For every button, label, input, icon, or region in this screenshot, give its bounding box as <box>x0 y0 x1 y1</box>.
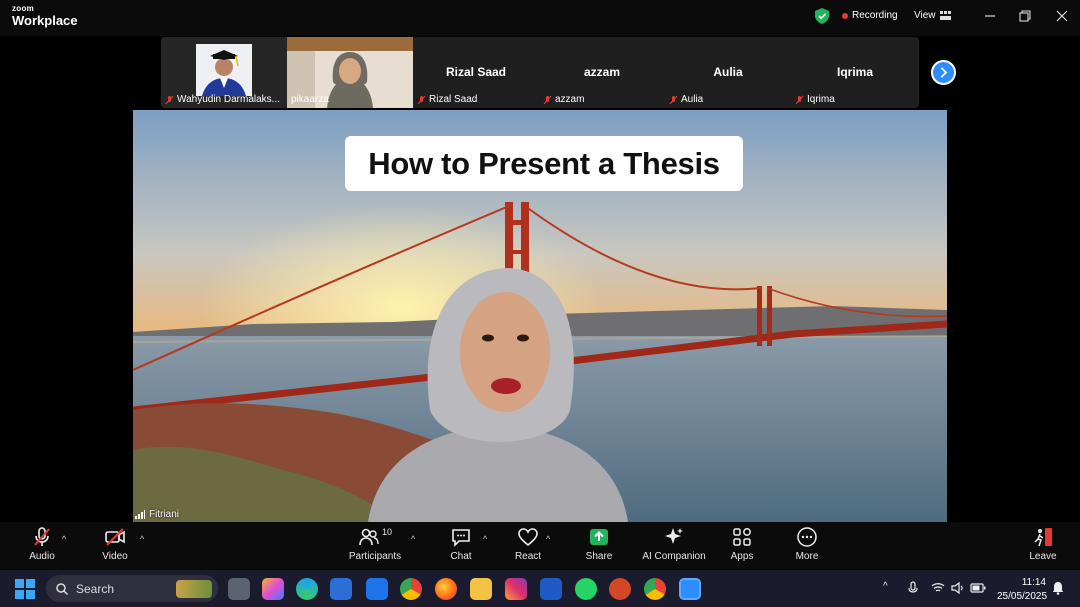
task-view-icon[interactable] <box>228 578 250 600</box>
muted-mic-icon <box>165 95 174 104</box>
microphone-icon[interactable] <box>908 581 918 595</box>
react-heart-icon <box>518 528 538 547</box>
file-explorer-icon[interactable] <box>470 578 492 600</box>
windows-start-icon[interactable] <box>15 579 35 599</box>
zoom-taskbar-icon[interactable] <box>679 578 701 600</box>
participant-tile[interactable]: Iqrima Iqrima <box>791 37 919 108</box>
participant-name: Rizal Saad <box>417 94 477 105</box>
participant-tile[interactable]: Rizal Saad Rizal Saad <box>413 37 539 108</box>
leave-button[interactable]: Leave <box>1028 526 1058 570</box>
more-dots-icon <box>797 527 817 547</box>
participant-name: Iqrima <box>795 94 835 105</box>
next-page-button[interactable] <box>931 60 956 85</box>
muted-mic-icon <box>543 95 552 104</box>
speaker-volume-icon[interactable] <box>951 582 965 594</box>
participant-display-name: azzam <box>583 65 621 79</box>
participant-tile[interactable]: Wahyudin Darmalaks... <box>161 37 287 108</box>
leave-door-icon <box>1034 528 1052 547</box>
view-button[interactable]: View <box>914 10 951 21</box>
system-clock[interactable]: 11:14 25/05/2025 <box>997 576 1048 604</box>
slide-title: How to Present a Thesis <box>345 136 743 191</box>
participant-tile[interactable]: Aulia Aulia <box>665 37 791 108</box>
signal-bars-icon <box>135 510 145 519</box>
participant-tile[interactable]: azzam azzam <box>539 37 665 108</box>
participant-strip: Wahyudin Darmalaks... pikaarza Rizal Saa… <box>161 37 919 108</box>
speaker-name-label: Fitriani <box>135 509 179 520</box>
muted-mic-icon <box>34 527 50 546</box>
participants-count: 10 <box>381 527 392 537</box>
brand-top: zoom <box>12 4 35 13</box>
edge-browser-icon[interactable] <box>296 578 318 600</box>
search-placeholder: Search <box>76 581 115 596</box>
windows-taskbar: Search ^ 11:14 25/05/2025 <box>0 570 1080 607</box>
video-off-icon <box>105 528 125 546</box>
participant-name: pikaarza <box>291 94 329 105</box>
react-button[interactable]: React <box>514 526 542 570</box>
recording-indicator[interactable]: Recording <box>842 10 898 21</box>
apps-icon <box>733 528 751 546</box>
word-icon[interactable] <box>540 578 562 600</box>
chat-button[interactable]: Chat <box>448 526 474 570</box>
share-button[interactable]: Share <box>584 526 614 570</box>
clock-date: 25/05/2025 <box>997 591 1048 602</box>
sparkle-icon <box>665 528 683 544</box>
copilot-icon[interactable] <box>262 578 284 600</box>
muted-mic-icon <box>795 95 804 104</box>
chat-options-caret-icon[interactable]: ^ <box>483 534 487 544</box>
taskbar-search-box[interactable]: Search <box>46 575 218 602</box>
participant-display-name: Iqrima <box>836 65 873 79</box>
participants-options-caret-icon[interactable]: ^ <box>411 534 415 544</box>
wifi-icon[interactable] <box>931 582 945 593</box>
participants-icon <box>359 528 379 546</box>
battery-icon[interactable] <box>970 583 986 593</box>
brand-bottom: Workplace <box>12 13 78 28</box>
react-options-caret-icon[interactable]: ^ <box>546 534 550 544</box>
ai-companion-button[interactable]: AI Companion <box>642 526 706 570</box>
firefox-icon[interactable] <box>435 578 457 600</box>
participant-name: Wahyudin Darmalaks... <box>165 94 280 105</box>
participant-display-name: Aulia <box>713 65 743 79</box>
more-button[interactable]: More <box>794 526 820 570</box>
apps-button[interactable]: Apps <box>729 526 755 570</box>
shield-icon[interactable] <box>815 8 829 24</box>
chrome-profile-icon[interactable] <box>644 578 666 600</box>
grid-view-icon <box>939 11 951 20</box>
close-icon[interactable] <box>1055 9 1069 23</box>
clock-time: 11:14 <box>1021 577 1046 588</box>
chrome-icon[interactable] <box>400 578 422 600</box>
video-button[interactable]: Video <box>100 526 130 570</box>
participant-name: azzam <box>543 94 584 105</box>
dropbox-icon[interactable] <box>366 578 388 600</box>
microsoft-store-icon[interactable] <box>330 578 352 600</box>
recording-label: Recording <box>852 10 898 21</box>
participant-display-name: Rizal Saad <box>445 65 507 79</box>
search-highlight-icon <box>176 579 212 598</box>
title-bar: zoom Workplace Recording View <box>0 0 1080 36</box>
muted-mic-icon <box>669 95 678 104</box>
speaker-person <box>368 268 628 522</box>
view-label: View <box>914 10 936 21</box>
notification-bell-icon[interactable] <box>1052 581 1064 595</box>
recording-dot-icon <box>842 12 848 19</box>
chat-icon <box>452 529 470 547</box>
instagram-icon[interactable] <box>505 578 527 600</box>
participant-video-thumbnail <box>196 44 252 96</box>
audio-options-caret-icon[interactable]: ^ <box>62 534 66 544</box>
participant-tile[interactable]: pikaarza <box>287 37 413 108</box>
tray-overflow-chevron-icon[interactable]: ^ <box>883 581 888 592</box>
meeting-toolbar: Audio ^ Video ^ 10 Participants ^ Chat ^… <box>0 522 1080 570</box>
app-brand: zoom Workplace <box>12 4 78 28</box>
restore-icon[interactable] <box>1018 9 1032 23</box>
search-icon <box>56 582 68 595</box>
muted-mic-icon <box>417 95 426 104</box>
whatsapp-icon[interactable] <box>575 578 597 600</box>
participant-name: Aulia <box>669 94 703 105</box>
share-screen-icon <box>590 529 608 545</box>
audio-button[interactable]: Audio <box>27 526 57 570</box>
minimize-icon[interactable] <box>983 9 997 23</box>
video-options-caret-icon[interactable]: ^ <box>140 534 144 544</box>
participants-button[interactable]: 10 Participants <box>347 526 403 570</box>
powerpoint-icon[interactable] <box>609 578 631 600</box>
